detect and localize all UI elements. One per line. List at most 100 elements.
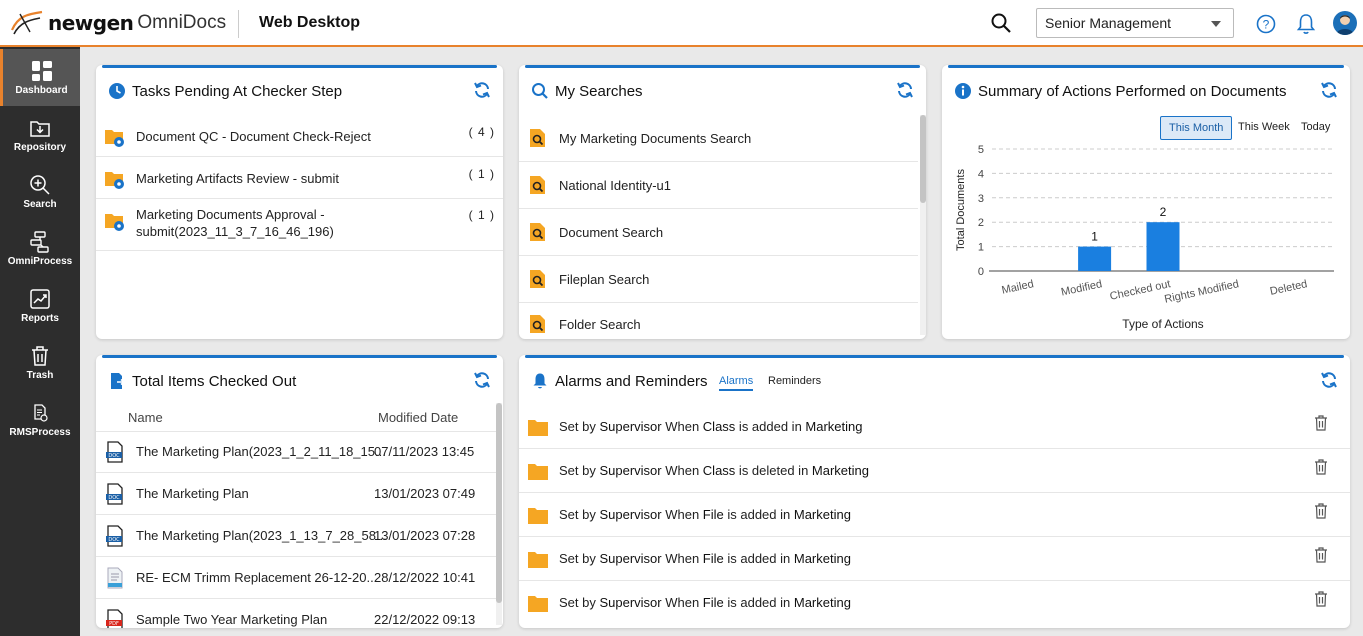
email-icon [107, 567, 123, 589]
table-row[interactable]: DOC The Marketing Plan(2023_1_2_11_18_15… [96, 431, 497, 473]
chevron-down-icon [1211, 21, 1221, 27]
delete-icon[interactable] [1314, 547, 1328, 563]
alarm-item[interactable]: Set by Supervisor When File is added in … [519, 581, 1350, 625]
column-header-modified-date[interactable]: Modified Date [378, 410, 458, 425]
doc-icon: DOC [106, 441, 123, 463]
delete-icon[interactable] [1314, 459, 1328, 475]
task-label: Marketing Artifacts Review - submit [136, 171, 340, 186]
list-item[interactable]: National Identity-u1 [519, 162, 918, 209]
card-accent-bar [525, 65, 920, 68]
folder-icon [528, 420, 548, 436]
checked-out-doc-icon [111, 373, 126, 389]
saved-search-icon [530, 270, 545, 288]
list-item[interactable]: My Marketing Documents Search [519, 115, 918, 162]
period-today[interactable]: Today [1293, 116, 1338, 138]
bell-icon [533, 373, 547, 389]
refresh-icon[interactable] [896, 81, 914, 99]
sidebar-item-repository[interactable]: Repository [0, 106, 80, 163]
logo-word: newgen [48, 11, 134, 35]
sidebar-item-rmsprocess[interactable]: RMSProcess [0, 391, 80, 448]
period-this-week[interactable]: This Week [1230, 116, 1298, 138]
card-accent-bar [102, 355, 497, 358]
notification-bell-icon[interactable] [1296, 13, 1316, 35]
delete-icon[interactable] [1314, 591, 1328, 607]
folder-icon [528, 508, 548, 524]
table-row[interactable]: PDF Sample Two Year Marketing Plan 22/12… [96, 599, 497, 628]
table-row[interactable]: DOC The Marketing Plan(2023_1_13_7_28_58… [96, 515, 497, 557]
sidebar-item-reports[interactable]: Reports [0, 277, 80, 334]
alarm-item[interactable]: Set by Supervisor When File is added in … [519, 493, 1350, 537]
delete-icon[interactable] [1314, 415, 1328, 431]
card-title: Summary of Actions Performed on Document… [978, 83, 1287, 100]
x-tick-label: Rights Modified [1163, 278, 1240, 306]
repository-icon [30, 121, 50, 137]
newgen-logo[interactable]: newgen OmniDocs [10, 9, 226, 37]
trash-icon [32, 346, 48, 366]
svg-text:DOC: DOC [108, 495, 120, 501]
y-tick-label: 2 [978, 217, 984, 229]
sidebar-item-label: Repository [13, 142, 67, 153]
scrollbar[interactable] [496, 403, 502, 625]
role-dropdown[interactable]: Senior Management [1036, 8, 1234, 38]
delete-icon[interactable] [1314, 503, 1328, 519]
task-label-line1: Marketing Documents Approval - [136, 207, 325, 222]
saved-search-label: Document Search [559, 225, 664, 240]
alarm-item[interactable]: Set by Supervisor When Class is added in… [519, 405, 1350, 449]
alarm-text: Set by Supervisor When File is added in … [559, 595, 851, 610]
dashboard-icon [31, 61, 52, 81]
checked-out-name: The Marketing Plan [136, 486, 249, 501]
saved-search-label: Folder Search [559, 317, 641, 332]
alarm-item[interactable]: Set by Supervisor When File is added in … [519, 537, 1350, 581]
period-this-month[interactable]: This Month [1160, 116, 1233, 140]
list-item[interactable]: Folder Search [519, 303, 918, 339]
help-icon[interactable]: ? [1256, 14, 1276, 34]
svg-text:DOC: DOC [108, 453, 120, 459]
sidebar-item-trash[interactable]: Trash [0, 334, 80, 391]
my-searches-card: My Searches My Marketing Documents Searc… [519, 65, 926, 339]
sidebar-item-omniprocess[interactable]: OmniProcess [0, 220, 80, 277]
data-label: 2 [1160, 205, 1167, 219]
sidebar-item-label: Trash [26, 370, 54, 381]
checked-out-date: 13/01/2023 07:28 [374, 528, 476, 543]
checked-out-date: 28/12/2022 10:41 [374, 570, 476, 585]
user-avatar[interactable] [1333, 11, 1357, 35]
refresh-icon[interactable] [473, 371, 491, 389]
tab-alarms[interactable]: Alarms [719, 375, 754, 391]
user-icon [1336, 15, 1354, 35]
tab-reminders[interactable]: Reminders [768, 375, 821, 387]
y-tick-label: 4 [978, 168, 984, 180]
scrollbar[interactable] [920, 115, 926, 335]
list-item[interactable]: Document Search [519, 209, 918, 256]
list-item[interactable]: Fileplan Search [519, 256, 918, 303]
folder-icon [528, 552, 548, 568]
alarm-item[interactable]: Set by Supervisor When Class is deleted … [519, 449, 1350, 493]
refresh-icon[interactable] [1320, 371, 1338, 389]
table-row[interactable]: DOC The Marketing Plan 13/01/2023 07:49 [96, 473, 497, 515]
search-icon[interactable] [990, 12, 1012, 34]
saved-search-label: National Identity-u1 [559, 178, 672, 193]
y-tick-label: 3 [978, 193, 984, 205]
saved-search-icon [530, 176, 545, 194]
scrollbar-thumb[interactable] [920, 115, 926, 203]
sidebar-item-dashboard[interactable]: Dashboard [0, 49, 80, 106]
tasks-pending-card: Tasks Pending At Checker Step Document Q… [96, 65, 503, 339]
refresh-icon[interactable] [473, 81, 491, 99]
bar [1146, 222, 1180, 271]
checked-out-date: 13/01/2023 07:49 [374, 486, 476, 501]
list-item[interactable]: Marketing Artifacts Review - submit ( 1 … [96, 157, 503, 199]
table-row[interactable]: RE- ECM Trimm Replacement 26-12-20... 28… [96, 557, 497, 599]
scrollbar-thumb[interactable] [496, 403, 502, 603]
refresh-icon[interactable] [1320, 81, 1338, 99]
svg-text:DOC: DOC [108, 537, 120, 543]
column-header-name[interactable]: Name [128, 410, 163, 425]
sidebar-item-label: RMSProcess [9, 427, 71, 438]
folder-icon [528, 464, 548, 480]
doc-icon: DOC [106, 525, 123, 547]
sidebar-item-search[interactable]: Search [0, 163, 80, 220]
list-item[interactable]: Document QC - Document Check-Reject ( 4 … [96, 115, 503, 157]
saved-search-label: Fileplan Search [559, 272, 650, 287]
list-item[interactable]: Marketing Documents Approval - submit(20… [96, 199, 503, 251]
clock-icon [109, 83, 125, 99]
saved-search-icon [530, 223, 545, 241]
alarm-text: Set by Supervisor When File is added in … [559, 507, 851, 522]
